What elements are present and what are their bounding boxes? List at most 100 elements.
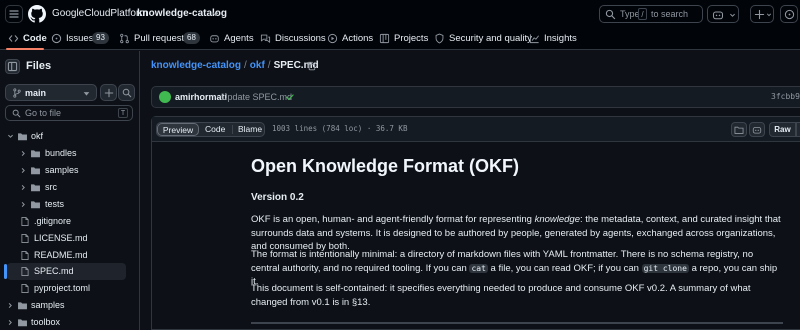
tab-preview[interactable]: Preview xyxy=(157,123,199,136)
tree-folder-tests[interactable]: tests xyxy=(0,196,138,213)
tab-issues[interactable]: Issues 93 xyxy=(51,28,109,50)
copilot-icon xyxy=(752,127,762,134)
tree-folder-src[interactable]: src xyxy=(0,179,138,196)
commit-message[interactable]: Update SPEC.md xyxy=(221,92,292,102)
breadcrumb-separator: / xyxy=(128,8,131,19)
sidebar-collapse-icon xyxy=(7,61,18,72)
tree-file-license[interactable]: LICENSE.md xyxy=(0,230,138,247)
raw-button[interactable]: Raw xyxy=(769,122,796,137)
create-new-button[interactable] xyxy=(750,5,774,23)
markdown-body: Open Knowledge Format (OKF) Version 0.2 … xyxy=(251,155,783,324)
graph-icon xyxy=(529,34,539,44)
tree-item-label: tests xyxy=(45,199,65,209)
search-input[interactable]: Type / to search xyxy=(599,5,703,23)
hamburger-icon xyxy=(9,10,19,18)
check-icon[interactable] xyxy=(285,92,295,102)
plus-icon xyxy=(104,88,114,98)
tab-label: Issues xyxy=(66,33,94,44)
file-icon xyxy=(21,284,29,293)
inline-code: git clone xyxy=(641,263,689,273)
add-file-button[interactable] xyxy=(100,84,117,101)
tree-folder-okf[interactable]: okf xyxy=(0,128,138,145)
copilot-button[interactable] xyxy=(707,5,739,23)
tree-folder-samples[interactable]: samples xyxy=(0,162,138,179)
tree-item-label: okf xyxy=(31,131,44,141)
tab-discussions[interactable]: Discussions xyxy=(260,28,326,50)
copilot-chat-button[interactable] xyxy=(749,122,765,137)
tab-count-badge: 68 xyxy=(183,32,200,44)
commit-sha[interactable]: 3fcbb9f · xyxy=(771,92,800,101)
tab-security[interactable]: Security and quality xyxy=(434,28,532,50)
breadcrumb-repo-link[interactable]: knowledge-catalog xyxy=(151,60,241,71)
chevron-down-icon xyxy=(766,13,772,17)
tab-pull-requests[interactable]: Pull requests 68 xyxy=(119,28,201,50)
file-icon xyxy=(21,234,29,243)
global-header: GoogleCloudPlatform / knowledge-catalog … xyxy=(0,0,800,50)
file-icon xyxy=(21,251,29,260)
tree-item-label: pyproject.toml xyxy=(34,283,91,293)
tree-file-gitignore[interactable]: .gitignore xyxy=(0,213,138,230)
tab-agents[interactable]: Agents xyxy=(209,28,254,50)
tree-folder-samples-root[interactable]: samples xyxy=(0,297,138,314)
tree-item-label: .gitignore xyxy=(34,216,72,226)
active-tab-indicator xyxy=(6,48,44,50)
search-files-button[interactable] xyxy=(118,84,135,101)
file-breadcrumb: knowledge-catalog / okf / SPEC.md xyxy=(151,60,319,71)
tree-folder-bundles[interactable]: bundles xyxy=(0,145,138,162)
folder-icon xyxy=(18,319,27,327)
sidebar-title: Files xyxy=(26,60,52,72)
tab-code-view[interactable]: Code xyxy=(205,124,225,134)
latest-commit-bar: amirhormati Update SPEC.md 3fcbb9f · xyxy=(151,86,800,108)
tree-item-label: bundles xyxy=(45,148,77,158)
chevron-right-icon xyxy=(21,185,25,190)
tab-blame[interactable]: Blame xyxy=(238,124,262,134)
tree-file-spec[interactable]: SPEC.md xyxy=(7,263,126,280)
tab-actions[interactable]: Actions xyxy=(327,28,373,50)
file-directory-icon xyxy=(734,126,744,134)
caret-down-icon xyxy=(83,92,90,96)
tab-insights[interactable]: Insights xyxy=(529,28,577,50)
github-logo-icon[interactable] xyxy=(28,5,46,23)
actions-icon xyxy=(327,33,338,44)
tree-file-readme[interactable]: README.md xyxy=(0,247,138,264)
document-title: Open Knowledge Format (OKF) xyxy=(251,156,519,176)
tab-label: Code xyxy=(23,33,47,44)
avatar[interactable] xyxy=(159,91,171,103)
chevron-down-icon[interactable] xyxy=(211,9,220,18)
breadcrumb-folder-link[interactable]: okf xyxy=(250,60,265,71)
open-directory-button[interactable] xyxy=(731,122,747,137)
discussions-icon xyxy=(260,34,271,43)
tree-folder-toolbox[interactable]: toolbox xyxy=(0,314,138,330)
copy-path-icon[interactable] xyxy=(306,61,316,71)
tab-code[interactable]: Code xyxy=(8,28,48,50)
issues-button[interactable] xyxy=(780,5,798,23)
commit-author[interactable]: amirhormati xyxy=(175,92,227,102)
text-run: OKF is an open, human- and agent-friendl… xyxy=(251,214,535,225)
go-to-file-input[interactable]: Go to file T xyxy=(5,105,133,121)
pull-request-icon xyxy=(120,33,129,44)
repo-nav: Code Issues 93 Pull requests 68 Agents D… xyxy=(0,28,800,50)
file-header: Preview Code Blame 1003 lines (784 loc) … xyxy=(152,117,800,142)
chevron-right-icon xyxy=(21,202,25,207)
tree-item-label: samples xyxy=(31,300,65,310)
folder-icon xyxy=(31,150,40,158)
menu-button[interactable] xyxy=(5,5,23,23)
tree-item-label: SPEC.md xyxy=(34,266,74,276)
folder-open-icon xyxy=(18,133,27,141)
chevron-down-icon xyxy=(730,13,735,17)
owner-link[interactable]: GoogleCloudPlatform xyxy=(52,8,148,19)
code-icon xyxy=(8,35,19,42)
tree-file-pyproject[interactable]: pyproject.toml xyxy=(0,280,138,297)
chevron-right-icon xyxy=(21,168,25,173)
inline-code: cat xyxy=(469,263,488,273)
collapse-sidebar-button[interactable] xyxy=(5,59,20,74)
tab-label: Insights xyxy=(544,33,577,44)
projects-icon xyxy=(379,33,390,44)
copy-raw-button[interactable] xyxy=(796,122,800,137)
branch-selector[interactable]: main xyxy=(5,84,97,101)
issue-icon xyxy=(51,33,62,44)
agents-icon xyxy=(210,35,219,43)
tab-projects[interactable]: Projects xyxy=(379,28,428,50)
issue-opened-icon xyxy=(784,9,795,20)
folder-icon xyxy=(31,201,40,209)
